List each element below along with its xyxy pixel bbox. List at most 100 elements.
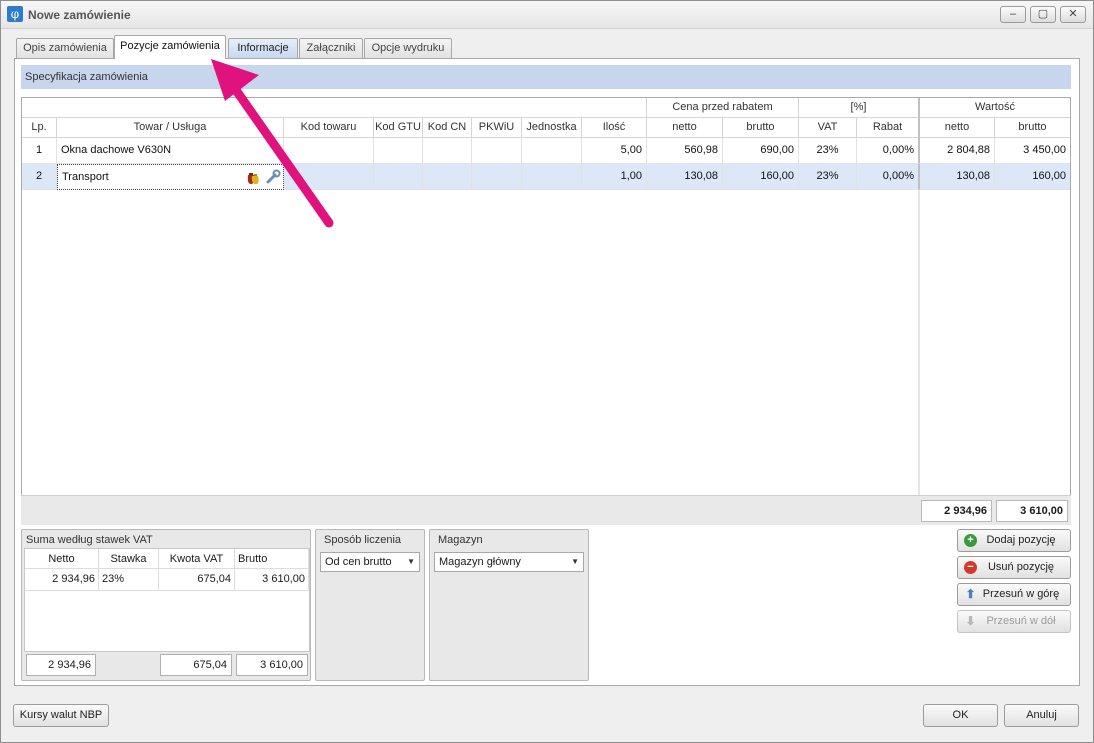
sposob-liczenia-title: Sposób liczenia [324, 534, 402, 546]
row1-kod-towaru[interactable] [284, 138, 374, 164]
tab-pozycje[interactable]: Pozycje zamówienia [114, 35, 226, 59]
arrow-down-icon: ⬇ [965, 614, 976, 628]
add-position-button[interactable]: + Dodaj pozycję [957, 529, 1071, 552]
magazyn-value: Magazyn główny [439, 556, 521, 568]
magazyn-group: Magazyn Magazyn główny ▼ [429, 529, 589, 681]
nbp-rates-button[interactable]: Kursy walut NBP [13, 704, 109, 727]
tab-opcje-wydruku[interactable]: Opcje wydruku [364, 38, 452, 58]
row1-lp[interactable]: 1 [22, 138, 57, 164]
row1-wartosc-brutto[interactable]: 3 450,00 [995, 138, 1070, 164]
spec-header: Specyfikacja zamówienia [21, 65, 1071, 89]
move-down-button[interactable]: ⬇ Przesuń w dół [957, 610, 1071, 633]
remove-position-button[interactable]: − Usuń pozycję [957, 556, 1071, 579]
sposob-liczenia-select[interactable]: Od cen brutto ▼ [320, 552, 420, 572]
magazyn-title: Magazyn [438, 534, 483, 546]
arrow-up-icon: ⬆ [965, 587, 976, 601]
col-header-towar[interactable]: Towar / Usługa [57, 118, 284, 138]
add-position-label: Dodaj pozycję [986, 534, 1056, 546]
col-header-wartosc-netto[interactable]: netto [920, 118, 995, 138]
close-icon: ✕ [1068, 8, 1078, 20]
group-header-wartosc: Wartość [920, 98, 1070, 118]
col-header-kod-cn[interactable]: Kod CN [423, 118, 472, 138]
vat-col-stawka: Stawka [99, 549, 159, 569]
col-header-pkwiu[interactable]: PKWiU [472, 118, 522, 138]
ok-button[interactable]: OK [923, 704, 998, 727]
row1-pkwiu[interactable] [472, 138, 522, 164]
total-brutto: 3 610,00 [996, 500, 1068, 522]
remove-position-label: Usuń pozycję [987, 561, 1055, 573]
goods-bag-icon[interactable] [245, 169, 261, 185]
row2-netto[interactable]: 130,08 [647, 164, 723, 190]
row2-kod-cn[interactable] [423, 164, 472, 190]
row1-jednostka[interactable] [522, 138, 582, 164]
sposob-liczenia-group: Sposób liczenia Od cen brutto ▼ [315, 529, 425, 681]
minimize-button[interactable]: – [1000, 6, 1026, 23]
sposob-liczenia-value: Od cen brutto [325, 556, 392, 568]
row1-towar[interactable]: Okna dachowe V630N [57, 138, 284, 164]
col-header-vat[interactable]: VAT [799, 118, 857, 138]
row2-jednostka[interactable] [522, 164, 582, 190]
magazyn-select[interactable]: Magazyn główny ▼ [434, 552, 584, 572]
maximize-button[interactable]: ▢ [1030, 6, 1056, 23]
row2-pkwiu[interactable] [472, 164, 522, 190]
vat-row-brutto: 3 610,00 [235, 569, 309, 591]
items-grid[interactable]: Cena przed rabatem [%] Wartość Lp. Towar… [21, 97, 1071, 523]
maximize-icon: ▢ [1037, 8, 1049, 20]
row1-kod-cn[interactable] [423, 138, 472, 164]
col-header-lp[interactable]: Lp. [22, 118, 57, 138]
vat-summary-group: Suma według stawek VAT Netto Stawka Kwot… [21, 529, 311, 681]
vat-col-brutto: Brutto [235, 549, 309, 569]
row2-ilosc[interactable]: 1,00 [582, 164, 647, 190]
plus-icon: + [964, 534, 977, 547]
col-header-wartosc-brutto[interactable]: brutto [995, 118, 1070, 138]
row2-towar: Transport [62, 171, 109, 183]
row1-rabat[interactable]: 0,00% [857, 138, 920, 164]
col-header-ilosc[interactable]: Ilość [582, 118, 647, 138]
grid-totals-bar: 2 934,96 3 610,00 [21, 495, 1071, 525]
row2-vat[interactable]: 23% [799, 164, 857, 190]
cancel-button[interactable]: Anuluj [1004, 704, 1079, 727]
col-header-rabat[interactable]: Rabat [857, 118, 920, 138]
minus-icon: − [964, 561, 977, 574]
row1-wartosc-netto[interactable]: 2 804,88 [920, 138, 995, 164]
row1-vat[interactable]: 23% [799, 138, 857, 164]
tab-zalaczniki[interactable]: Załączniki [299, 38, 363, 58]
title-bar: φ Nowe zamówienie – ▢ ✕ [1, 1, 1093, 29]
dropdown-arrow-icon: ▼ [571, 557, 579, 566]
col-header-kod-towaru[interactable]: Kod towaru [284, 118, 374, 138]
row1-brutto[interactable]: 690,00 [723, 138, 799, 164]
close-button[interactable]: ✕ [1060, 6, 1086, 23]
vat-summary-title: Suma według stawek VAT [26, 534, 153, 546]
row2-wartosc-netto[interactable]: 130,08 [920, 164, 995, 190]
group-header-cena: Cena przed rabatem [647, 98, 799, 118]
row1-kod-gtu[interactable] [374, 138, 423, 164]
row2-kod-gtu[interactable] [374, 164, 423, 190]
wrench-icon[interactable] [265, 169, 281, 185]
vat-col-netto: Netto [25, 549, 99, 569]
vat-total-netto: 2 934,96 [26, 654, 96, 676]
row2-brutto[interactable]: 160,00 [723, 164, 799, 190]
minimize-icon: – [1009, 8, 1017, 20]
move-up-button[interactable]: ⬆ Przesuń w górę [957, 583, 1071, 606]
col-header-brutto[interactable]: brutto [723, 118, 799, 138]
vat-row-kwota: 675,04 [159, 569, 235, 591]
col-header-kod-gtu[interactable]: Kod GTU [374, 118, 423, 138]
row1-netto[interactable]: 560,98 [647, 138, 723, 164]
dialog-window: φ Nowe zamówienie – ▢ ✕ Opis zamówienia … [0, 0, 1094, 743]
tab-informacje[interactable]: Informacje [228, 38, 298, 58]
row2-rabat[interactable]: 0,00% [857, 164, 920, 190]
row1-ilosc[interactable]: 5,00 [582, 138, 647, 164]
row2-towar-editor[interactable]: Transport [57, 164, 284, 190]
row2-kod-towaru[interactable] [284, 164, 374, 190]
row2-wartosc-brutto[interactable]: 160,00 [995, 164, 1070, 190]
tab-content-panel: Specyfikacja zamówienia Cena przed rabat… [14, 58, 1080, 686]
vat-row-stawka: 23% [99, 569, 159, 591]
tab-opis[interactable]: Opis zamówienia [16, 38, 114, 58]
col-header-jednostka[interactable]: Jednostka [522, 118, 582, 138]
vat-total-kwota: 675,04 [160, 654, 232, 676]
col-header-netto[interactable]: netto [647, 118, 723, 138]
window-title: Nowe zamówienie [28, 8, 131, 22]
move-up-label: Przesuń w górę [982, 588, 1060, 600]
total-netto: 2 934,96 [921, 500, 992, 522]
row2-lp[interactable]: 2 [22, 164, 57, 190]
